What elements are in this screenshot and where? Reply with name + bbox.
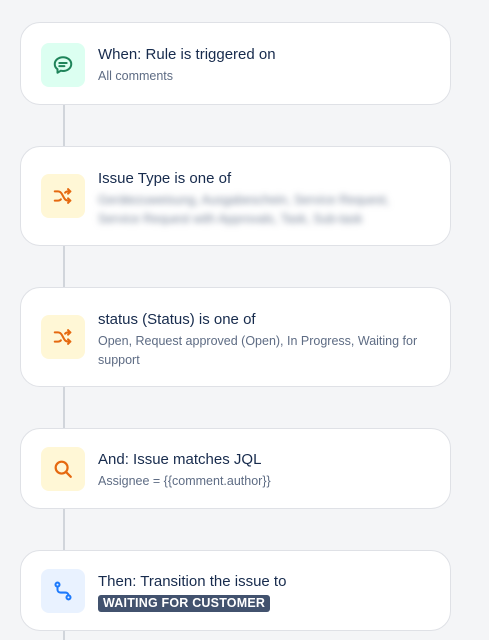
rule-step-transition-action[interactable]: Then: Transition the issue to WAITING FO… bbox=[20, 550, 451, 631]
step-title: When: Rule is triggered on bbox=[98, 46, 276, 63]
step-subtitle: Gerätezuweisung, Ausgabeschein, Service … bbox=[98, 193, 390, 226]
step-title: Issue Type is one of bbox=[98, 170, 232, 187]
step-title: And: Issue matches JQL bbox=[98, 451, 262, 468]
flow-connector bbox=[63, 387, 65, 428]
shuffle-icon bbox=[41, 315, 85, 359]
branch-icon bbox=[41, 569, 85, 613]
step-subtitle: All comments bbox=[98, 69, 174, 83]
flow-connector bbox=[63, 509, 65, 550]
step-title: status (Status) is one of bbox=[98, 311, 256, 328]
step-subtitle: Assignee = {{comment.author}} bbox=[98, 474, 271, 488]
comment-icon bbox=[41, 43, 85, 87]
flow-connector bbox=[63, 105, 65, 146]
rule-step-status-condition[interactable]: status (Status) is one of Open, Request … bbox=[20, 287, 451, 387]
rule-step-jql-condition[interactable]: And: Issue matches JQL Assignee = {{comm… bbox=[20, 428, 451, 509]
step-title: Then: Transition the issue to bbox=[98, 573, 287, 590]
rule-step-trigger[interactable]: When: Rule is triggered on All comments bbox=[20, 22, 451, 105]
status-lozenge: WAITING FOR CUSTOMER bbox=[98, 595, 271, 612]
flow-connector bbox=[63, 246, 65, 287]
search-icon bbox=[41, 447, 85, 491]
shuffle-icon bbox=[41, 174, 85, 218]
step-subtitle: Open, Request approved (Open), In Progre… bbox=[98, 334, 418, 367]
rule-step-issue-type-condition[interactable]: Issue Type is one of Gerätezuweisung, Au… bbox=[20, 146, 451, 246]
flow-connector bbox=[63, 631, 65, 640]
rule-flow-canvas: When: Rule is triggered on All comments … bbox=[0, 0, 489, 640]
